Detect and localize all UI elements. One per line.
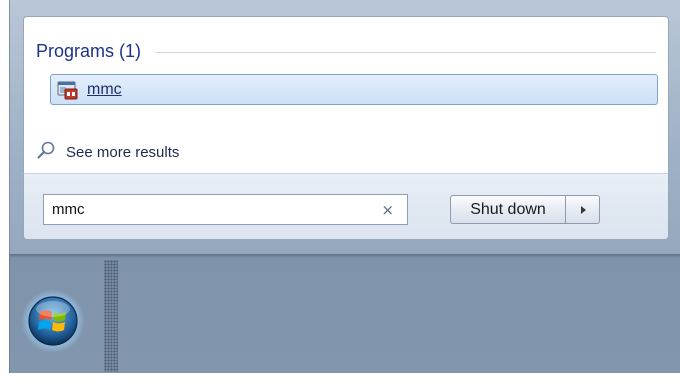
- see-more-results-label: See more results: [66, 143, 180, 161]
- search-input[interactable]: [52, 201, 372, 218]
- magnifier-icon: [36, 140, 58, 164]
- section-heading-label: Programs (1): [36, 40, 142, 61]
- mmc-console-icon: [57, 80, 79, 100]
- programs-section-heading: Programs (1): [36, 38, 656, 64]
- shutdown-options-button[interactable]: [566, 195, 600, 224]
- clear-search-icon[interactable]: ×: [381, 201, 394, 219]
- windows-orb-icon: [20, 289, 86, 358]
- result-item-mmc[interactable]: mmc: [50, 74, 658, 105]
- shutdown-button[interactable]: Shut down: [450, 195, 566, 224]
- taskbar-gripper[interactable]: [104, 260, 118, 372]
- see-more-results-link[interactable]: See more results: [36, 140, 179, 164]
- search-box[interactable]: ×: [43, 194, 408, 225]
- result-item-label: mmc: [87, 80, 122, 98]
- page-margin: [0, 373, 680, 381]
- start-button[interactable]: [20, 288, 86, 354]
- power-buttons: Shut down: [450, 195, 600, 224]
- chevron-right-icon: [579, 200, 587, 219]
- section-divider: [155, 52, 656, 53]
